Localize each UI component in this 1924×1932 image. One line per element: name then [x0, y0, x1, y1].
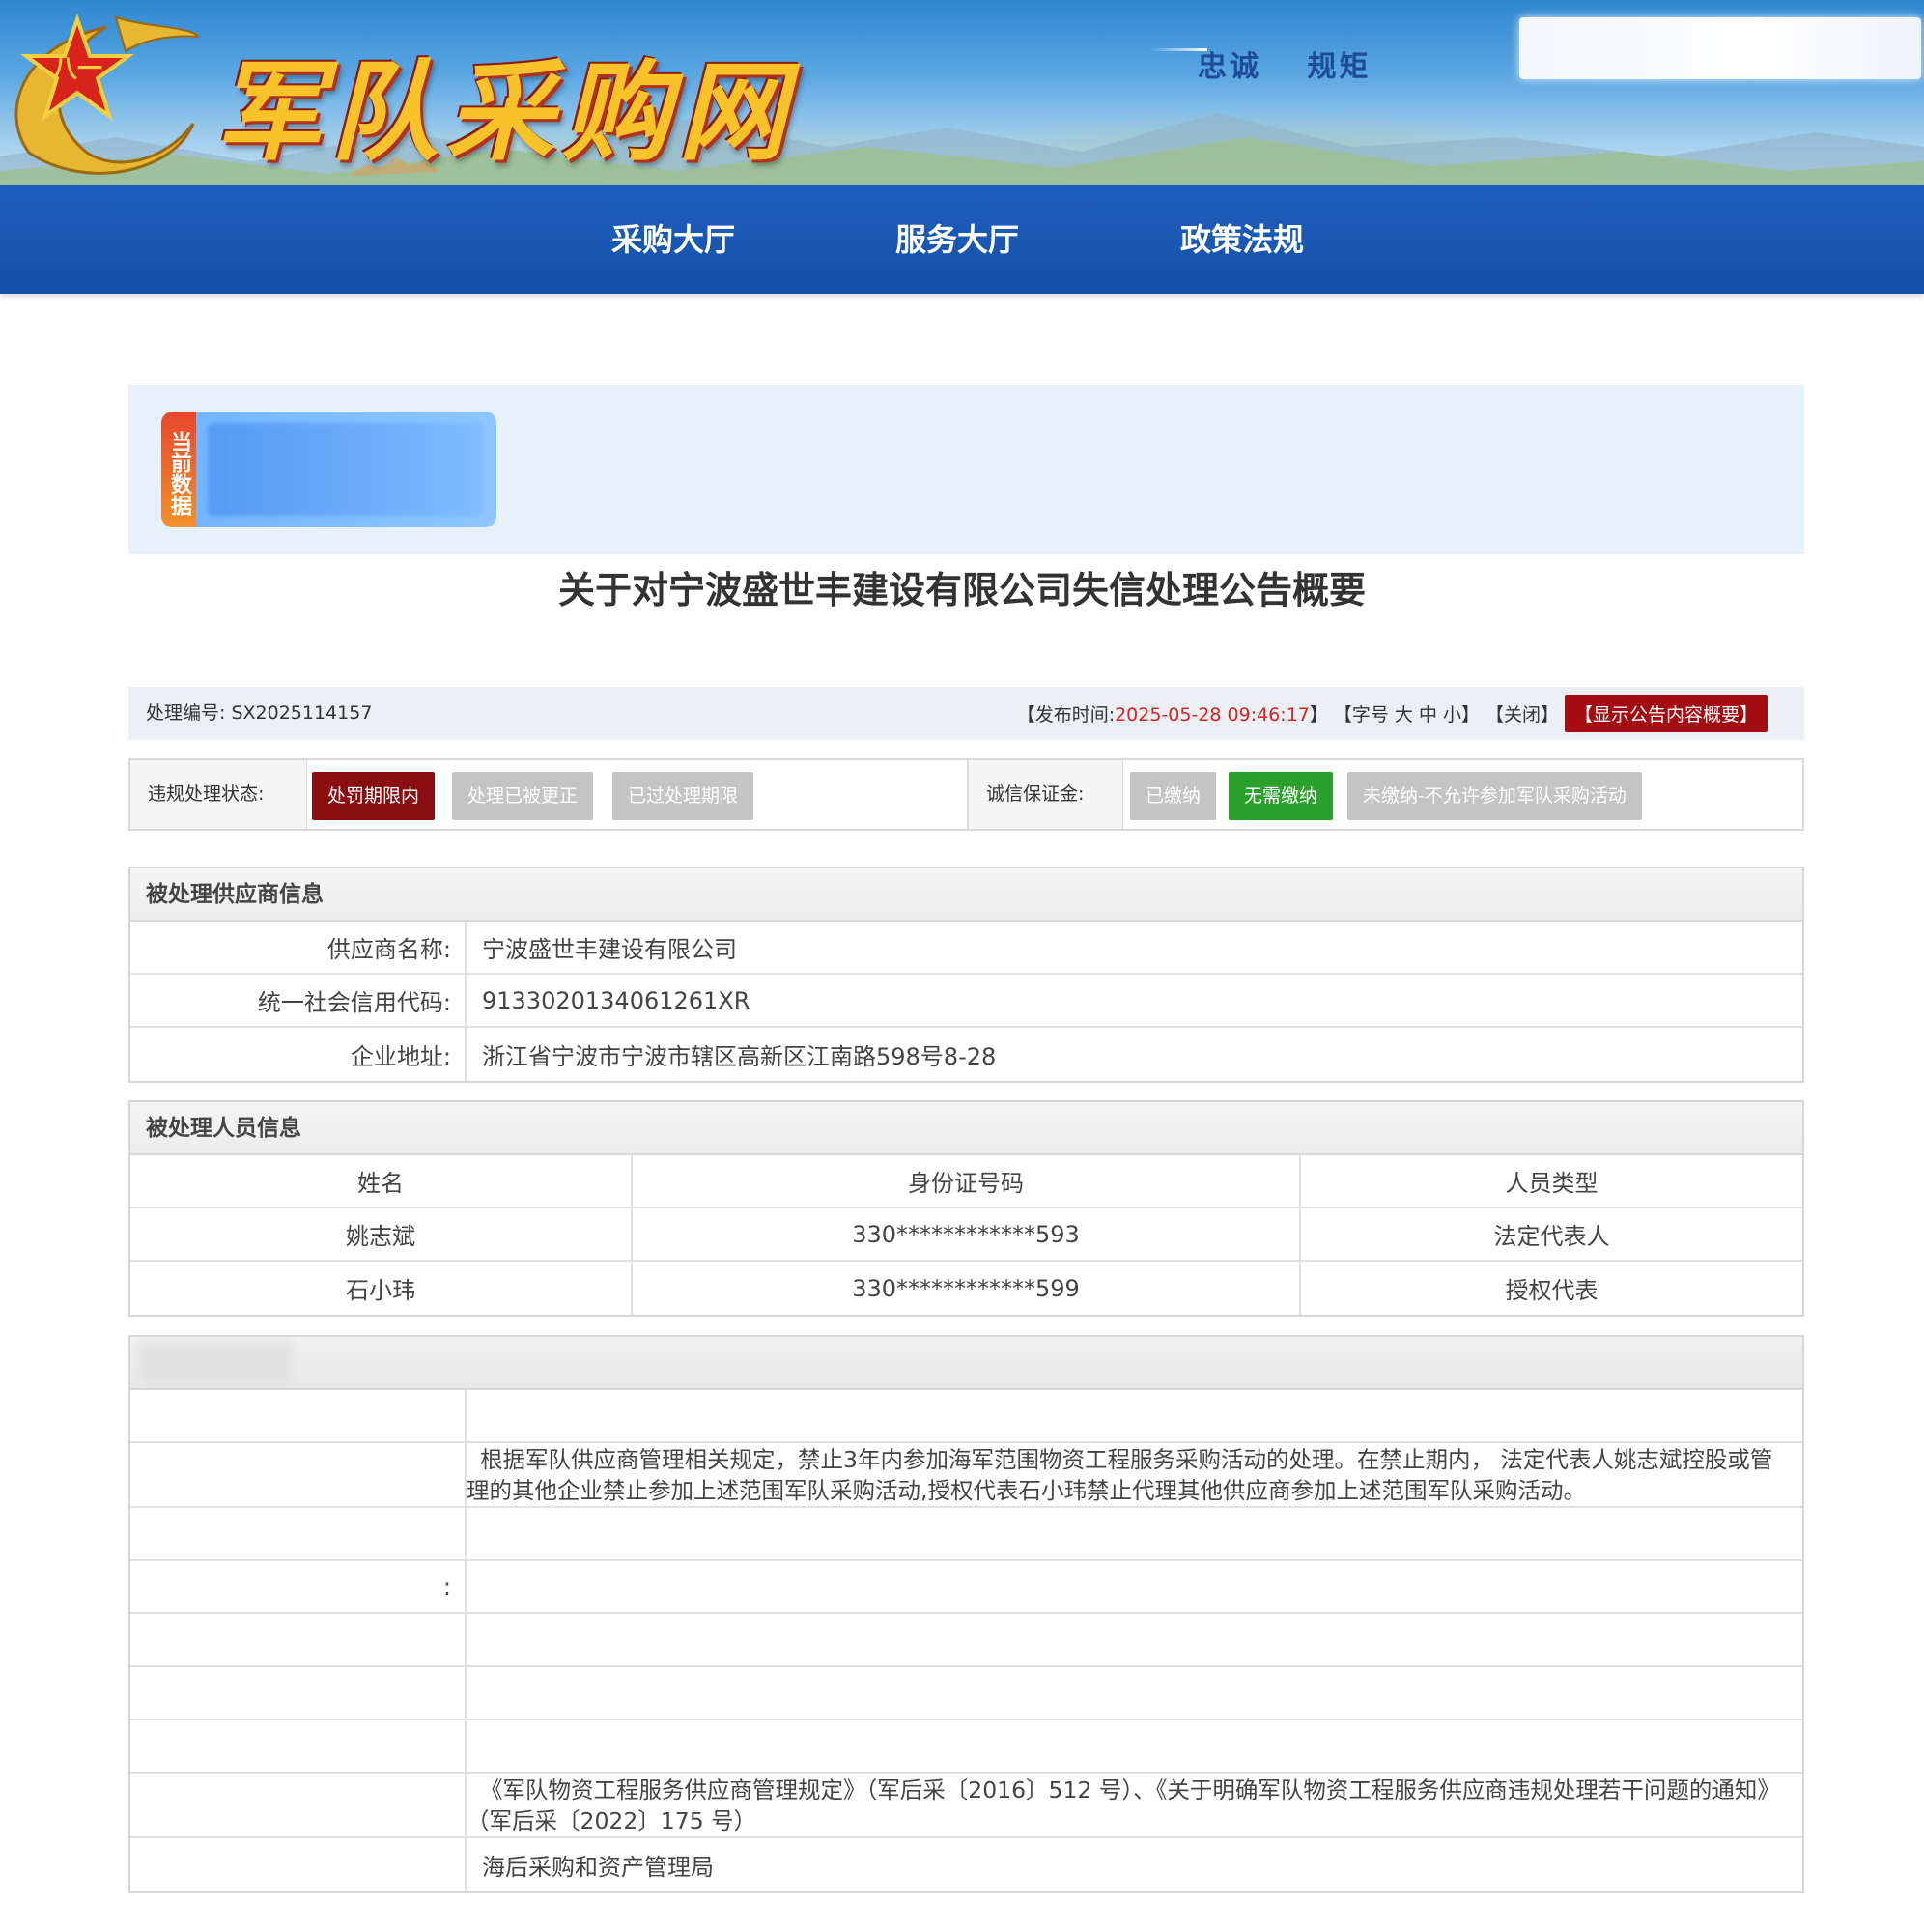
- nav-policy-regulations[interactable]: 政策法规: [1146, 185, 1339, 294]
- authority-value: 海后采购和资产管理局: [482, 1854, 714, 1881]
- blurred-label: [130, 1720, 467, 1772]
- blurred-search-box[interactable]: [1519, 17, 1921, 79]
- person-name: 石小玮: [130, 1262, 633, 1315]
- supplier-info-panel: 被处理供应商信息 供应商名称: 宁波盛世丰建设有限公司 统一社会信用代码: 91…: [128, 867, 1804, 1083]
- personnel-info-panel: 被处理人员信息 姓名 身份证号码 人员类型 姚志斌 330***********…: [128, 1100, 1804, 1317]
- current-data-box[interactable]: 当前数据: [161, 412, 496, 527]
- publish-time-value: 2025-05-28 09:46:17: [1115, 704, 1310, 725]
- blurred-value: [467, 1390, 1802, 1441]
- table-row: 姚志斌 330************593 法定代表人: [130, 1208, 1802, 1262]
- deposit-unpaid-badge: 未缴纳-不允许参加军队采购活动: [1347, 772, 1642, 820]
- current-data-strip: 当前数据: [128, 385, 1804, 554]
- personnel-header-row: 姓名 身份证号码 人员类型: [130, 1155, 1802, 1208]
- address-label: 企业地址:: [130, 1028, 467, 1081]
- person-role: 法定代表人: [1493, 1223, 1610, 1250]
- close-link[interactable]: 【关闭】: [1485, 700, 1559, 726]
- blurred-label: [130, 1390, 467, 1441]
- main-navigation: 采购大厅 服务大厅 政策法规: [0, 185, 1924, 294]
- basis-row: 《军队物资工程服务供应商管理规定》（军后采〔2016〕512 号）、《关于明确军…: [130, 1774, 1802, 1838]
- violation-status-label: 违规处理状态:: [130, 760, 307, 829]
- table-row: 石小玮 330************599 授权代表: [130, 1262, 1802, 1315]
- personnel-info-heading: 被处理人员信息: [130, 1102, 1802, 1155]
- meta-actions: 【发布时间:2025-05-28 09:46:17】 【字号 大 中 小】 【关…: [1017, 687, 1768, 740]
- status-row: 违规处理状态: 处罚期限内 处理已被更正 已过处理期限 诚信保证金: 已缴纳 无…: [128, 758, 1804, 831]
- current-data-blurred-content: [208, 423, 483, 516]
- blurred-row: [130, 1390, 1802, 1443]
- pla-star-emblem-icon: 八一: [14, 13, 200, 175]
- deposit-not-required-badge: 无需缴纳: [1229, 772, 1334, 820]
- person-id-number: 330************593: [633, 1208, 1301, 1260]
- blurred-row: :: [130, 1561, 1802, 1614]
- blurred-row: [130, 1720, 1802, 1774]
- blurred-label: [130, 1614, 467, 1665]
- person-role: 授权代表: [1505, 1277, 1599, 1304]
- svg-text:八一: 八一: [52, 55, 102, 84]
- publish-time-label: 【发布时间:2025-05-28 09:46:17】: [1016, 704, 1328, 725]
- supplier-info-heading: 被处理供应商信息: [130, 868, 1802, 922]
- blurred-label: [130, 1508, 467, 1559]
- show-summary-button[interactable]: 【显示公告内容概要】: [1564, 695, 1768, 732]
- authority-label-blurred: [130, 1838, 467, 1891]
- site-banner: 八一 军队采购网 忠诚 规矩: [0, 0, 1924, 185]
- font-size-medium-link[interactable]: 中: [1419, 700, 1437, 726]
- person-name: 姚志斌: [130, 1208, 633, 1260]
- site-slogan: 忠诚 规矩: [1198, 50, 1372, 84]
- basis-text: 《军队物资工程服务供应商管理规定》（军后采〔2016〕512 号）、《关于明确军…: [467, 1776, 1780, 1834]
- punishment-row: 根据军队供应商管理相关规定，禁止3年内参加海军范围物资工程服务采购活动的处理。在…: [130, 1443, 1802, 1508]
- blurred-label: [130, 1667, 467, 1719]
- page-title: 关于对宁波盛世丰建设有限公司失信处理公告概要: [557, 569, 1366, 611]
- blurred-row: [130, 1508, 1802, 1561]
- column-id-header: 身份证号码: [633, 1155, 1301, 1207]
- case-number-value: SX2025114157: [231, 702, 373, 724]
- font-size-large-link[interactable]: 大: [1395, 700, 1413, 726]
- person-id-number: 330************599: [633, 1262, 1301, 1315]
- deposit-label: 诚信保证金:: [969, 760, 1123, 829]
- column-role-header: 人员类型: [1505, 1170, 1599, 1197]
- deposit-paid-badge: 已缴纳: [1130, 772, 1217, 820]
- credit-code-row: 统一社会信用代码: 9133020134061261XR: [130, 975, 1802, 1028]
- status-expired-badge: 已过处理期限: [612, 772, 754, 820]
- punishment-value-cell: 根据军队供应商管理相关规定，禁止3年内参加海军范围物资工程服务采购活动的处理。在…: [467, 1443, 1802, 1506]
- status-within-penalty-badge: 处罚期限内: [312, 772, 436, 820]
- punishment-text: 根据军队供应商管理相关规定，禁止3年内参加海军范围物资工程服务采购活动的处理。在…: [467, 1445, 1773, 1504]
- font-size-label: 【字号: [1333, 704, 1389, 725]
- case-number-label: 处理编号:: [146, 702, 226, 724]
- font-size-small-link[interactable]: 小】: [1443, 700, 1480, 726]
- basis-label-blurred: [130, 1774, 467, 1836]
- blurred-label: :: [130, 1561, 467, 1612]
- credit-code-value: 9133020134061261XR: [482, 986, 750, 1014]
- authority-row: 海后采购和资产管理局: [130, 1838, 1802, 1891]
- announcement-meta-bar: 处理编号: SX2025114157 【发布时间:2025-05-28 09:4…: [128, 687, 1804, 740]
- blurred-row: [130, 1614, 1802, 1667]
- decision-heading-blurred: [130, 1337, 1802, 1390]
- case-number-group: 处理编号: SX2025114157: [146, 687, 372, 740]
- punishment-label-blurred: [130, 1443, 467, 1506]
- column-name-header: 姓名: [130, 1155, 633, 1207]
- nav-service-hall[interactable]: 服务大厅: [861, 185, 1054, 294]
- supplier-name-label: 供应商名称:: [130, 922, 467, 973]
- site-logo-text[interactable]: 军队采购网: [214, 25, 794, 182]
- address-row: 企业地址: 浙江省宁波市宁波市辖区高新区江南路598号8-28: [130, 1028, 1802, 1081]
- blurred-value: [467, 1667, 1802, 1719]
- basis-value-cell: 《军队物资工程服务供应商管理规定》（军后采〔2016〕512 号）、《关于明确军…: [467, 1774, 1802, 1836]
- current-data-tag: 当前数据: [161, 412, 196, 527]
- colon-fragment: :: [442, 1573, 451, 1601]
- blurred-value: [467, 1508, 1802, 1559]
- decision-panel: 根据军队供应商管理相关规定，禁止3年内参加海军范围物资工程服务采购活动的处理。在…: [128, 1335, 1804, 1893]
- blurred-value: [467, 1561, 1802, 1612]
- address-value: 浙江省宁波市宁波市辖区高新区江南路598号8-28: [482, 1043, 997, 1070]
- blurred-value: [467, 1614, 1802, 1665]
- nav-procurement-hall[interactable]: 采购大厅: [577, 185, 770, 294]
- supplier-name-row: 供应商名称: 宁波盛世丰建设有限公司: [130, 922, 1802, 975]
- supplier-name-value: 宁波盛世丰建设有限公司: [482, 936, 737, 963]
- credit-code-label: 统一社会信用代码:: [130, 975, 467, 1026]
- status-corrected-badge: 处理已被更正: [452, 772, 594, 820]
- blurred-row: [130, 1667, 1802, 1720]
- blurred-value: [467, 1720, 1802, 1772]
